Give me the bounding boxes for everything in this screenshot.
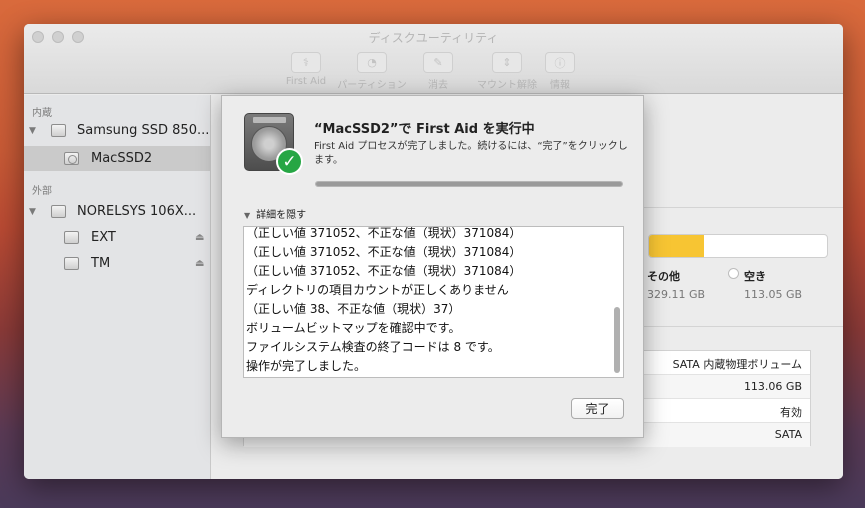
volume-icon bbox=[64, 231, 79, 244]
usage-free-value: 113.05 GB bbox=[744, 288, 803, 301]
log-output[interactable]: （正しい値 371052、不正な値（現状）371084） （正しい値 371052… bbox=[243, 226, 624, 378]
disclosure-triangle-icon: ▼ bbox=[244, 211, 251, 220]
info-button[interactable]: ⓘ 情報 bbox=[521, 52, 599, 91]
erase-icon: ✎ bbox=[433, 56, 443, 69]
usage-free-label: 空き bbox=[744, 270, 766, 283]
window-title: ディスクユーティリティ bbox=[368, 31, 499, 45]
log-line: ボリュームビットマップを確認中です。 bbox=[246, 321, 461, 335]
macssd2-label: MacSSD2 bbox=[91, 151, 153, 166]
dialog-title: “MacSSD2”で First Aid を実行中 bbox=[314, 122, 535, 137]
partition-icon: ◔ bbox=[367, 56, 377, 69]
sidebar-item-external-disk[interactable]: ▼ NORELSYS 106X... bbox=[24, 199, 210, 224]
free-space-dot-icon bbox=[728, 268, 739, 279]
dialog-message: First Aid プロセスが完了しました。続けるには、“完了”をクリックします… bbox=[314, 141, 628, 166]
progress-bar bbox=[315, 181, 623, 187]
log-line: （正しい値 371052、不正な値（現状）371084） bbox=[246, 264, 522, 278]
erase-button[interactable]: ✎ 消去 bbox=[399, 52, 477, 91]
sidebar-item-tm[interactable]: TM ⏏ bbox=[24, 251, 210, 276]
log-scrollbar[interactable] bbox=[614, 307, 620, 373]
sidebar: 内蔵 ▼ Samsung SSD 850... MacSSD2 外部 ▼ NOR… bbox=[24, 95, 211, 479]
hide-details-toggle[interactable]: ▼ 詳細を隠す bbox=[244, 206, 306, 221]
external-section-header: 外部 bbox=[32, 186, 52, 197]
internal-disk-icon bbox=[51, 124, 66, 137]
sidebar-item-macssd2[interactable]: MacSSD2 bbox=[24, 146, 210, 171]
disclosure-triangle-icon[interactable]: ▼ bbox=[29, 126, 36, 136]
unmount-icon: ⇕ bbox=[502, 56, 512, 69]
log-line: （正しい値 371052、不正な値（現状）371084） bbox=[246, 226, 522, 240]
checkmark-icon: ✓ bbox=[276, 148, 303, 175]
info-label: 情報 bbox=[550, 80, 570, 91]
tm-label: TM bbox=[91, 256, 111, 271]
done-button[interactable]: 完了 bbox=[571, 398, 624, 419]
info-value: 有効 bbox=[780, 406, 802, 419]
usage-other-value: 329.11 GB bbox=[647, 288, 706, 301]
info-icon: ⓘ bbox=[554, 56, 566, 70]
volume-icon bbox=[64, 257, 79, 270]
internal-section-header: 内蔵 bbox=[32, 108, 52, 119]
log-line: ディレクトリの項目カウントが正しくありません bbox=[246, 283, 509, 297]
disclosure-triangle-icon[interactable]: ▼ bbox=[29, 207, 36, 217]
eject-icon[interactable]: ⏏ bbox=[195, 232, 204, 243]
volume-icon bbox=[64, 152, 79, 165]
external-disk-label: NORELSYS 106X... bbox=[77, 204, 197, 219]
ext-label: EXT bbox=[91, 230, 116, 245]
info-value: SATA 内蔵物理ボリューム bbox=[672, 358, 802, 371]
log-line: （正しい値 371052、不正な値（現状）371084） bbox=[246, 245, 522, 259]
log-line: 操作が完了しました。 bbox=[246, 359, 367, 373]
sidebar-item-internal-disk[interactable]: ▼ Samsung SSD 850... bbox=[24, 118, 210, 143]
hide-details-label: 詳細を隠す bbox=[256, 210, 307, 221]
usage-other-segment bbox=[649, 235, 705, 257]
external-disk-icon bbox=[51, 205, 66, 218]
info-value: 113.06 GB bbox=[743, 380, 802, 393]
internal-disk-label: Samsung SSD 850... bbox=[77, 123, 210, 138]
log-line: （正しい値 38、不正な値（現状）37） bbox=[246, 302, 461, 316]
log-line: ファイルシステム検査の終了コードは 8 です。 bbox=[246, 340, 500, 354]
usage-bar bbox=[648, 234, 828, 258]
eject-icon[interactable]: ⏏ bbox=[195, 258, 204, 269]
first-aid-dialog: ✓ “MacSSD2”で First Aid を実行中 First Aid プロ… bbox=[221, 95, 644, 438]
progress-fill bbox=[316, 182, 622, 186]
stethoscope-icon: ⚕ bbox=[303, 56, 309, 69]
sidebar-item-ext[interactable]: EXT ⏏ bbox=[24, 225, 210, 250]
erase-label: 消去 bbox=[428, 80, 448, 91]
usage-other-label: その他 bbox=[647, 270, 680, 283]
info-value: SATA bbox=[774, 428, 802, 441]
toolbar: ディスクユーティリティ ⚕ First Aid ◔ パーティション ✎ 消去 ⇕… bbox=[24, 24, 843, 94]
